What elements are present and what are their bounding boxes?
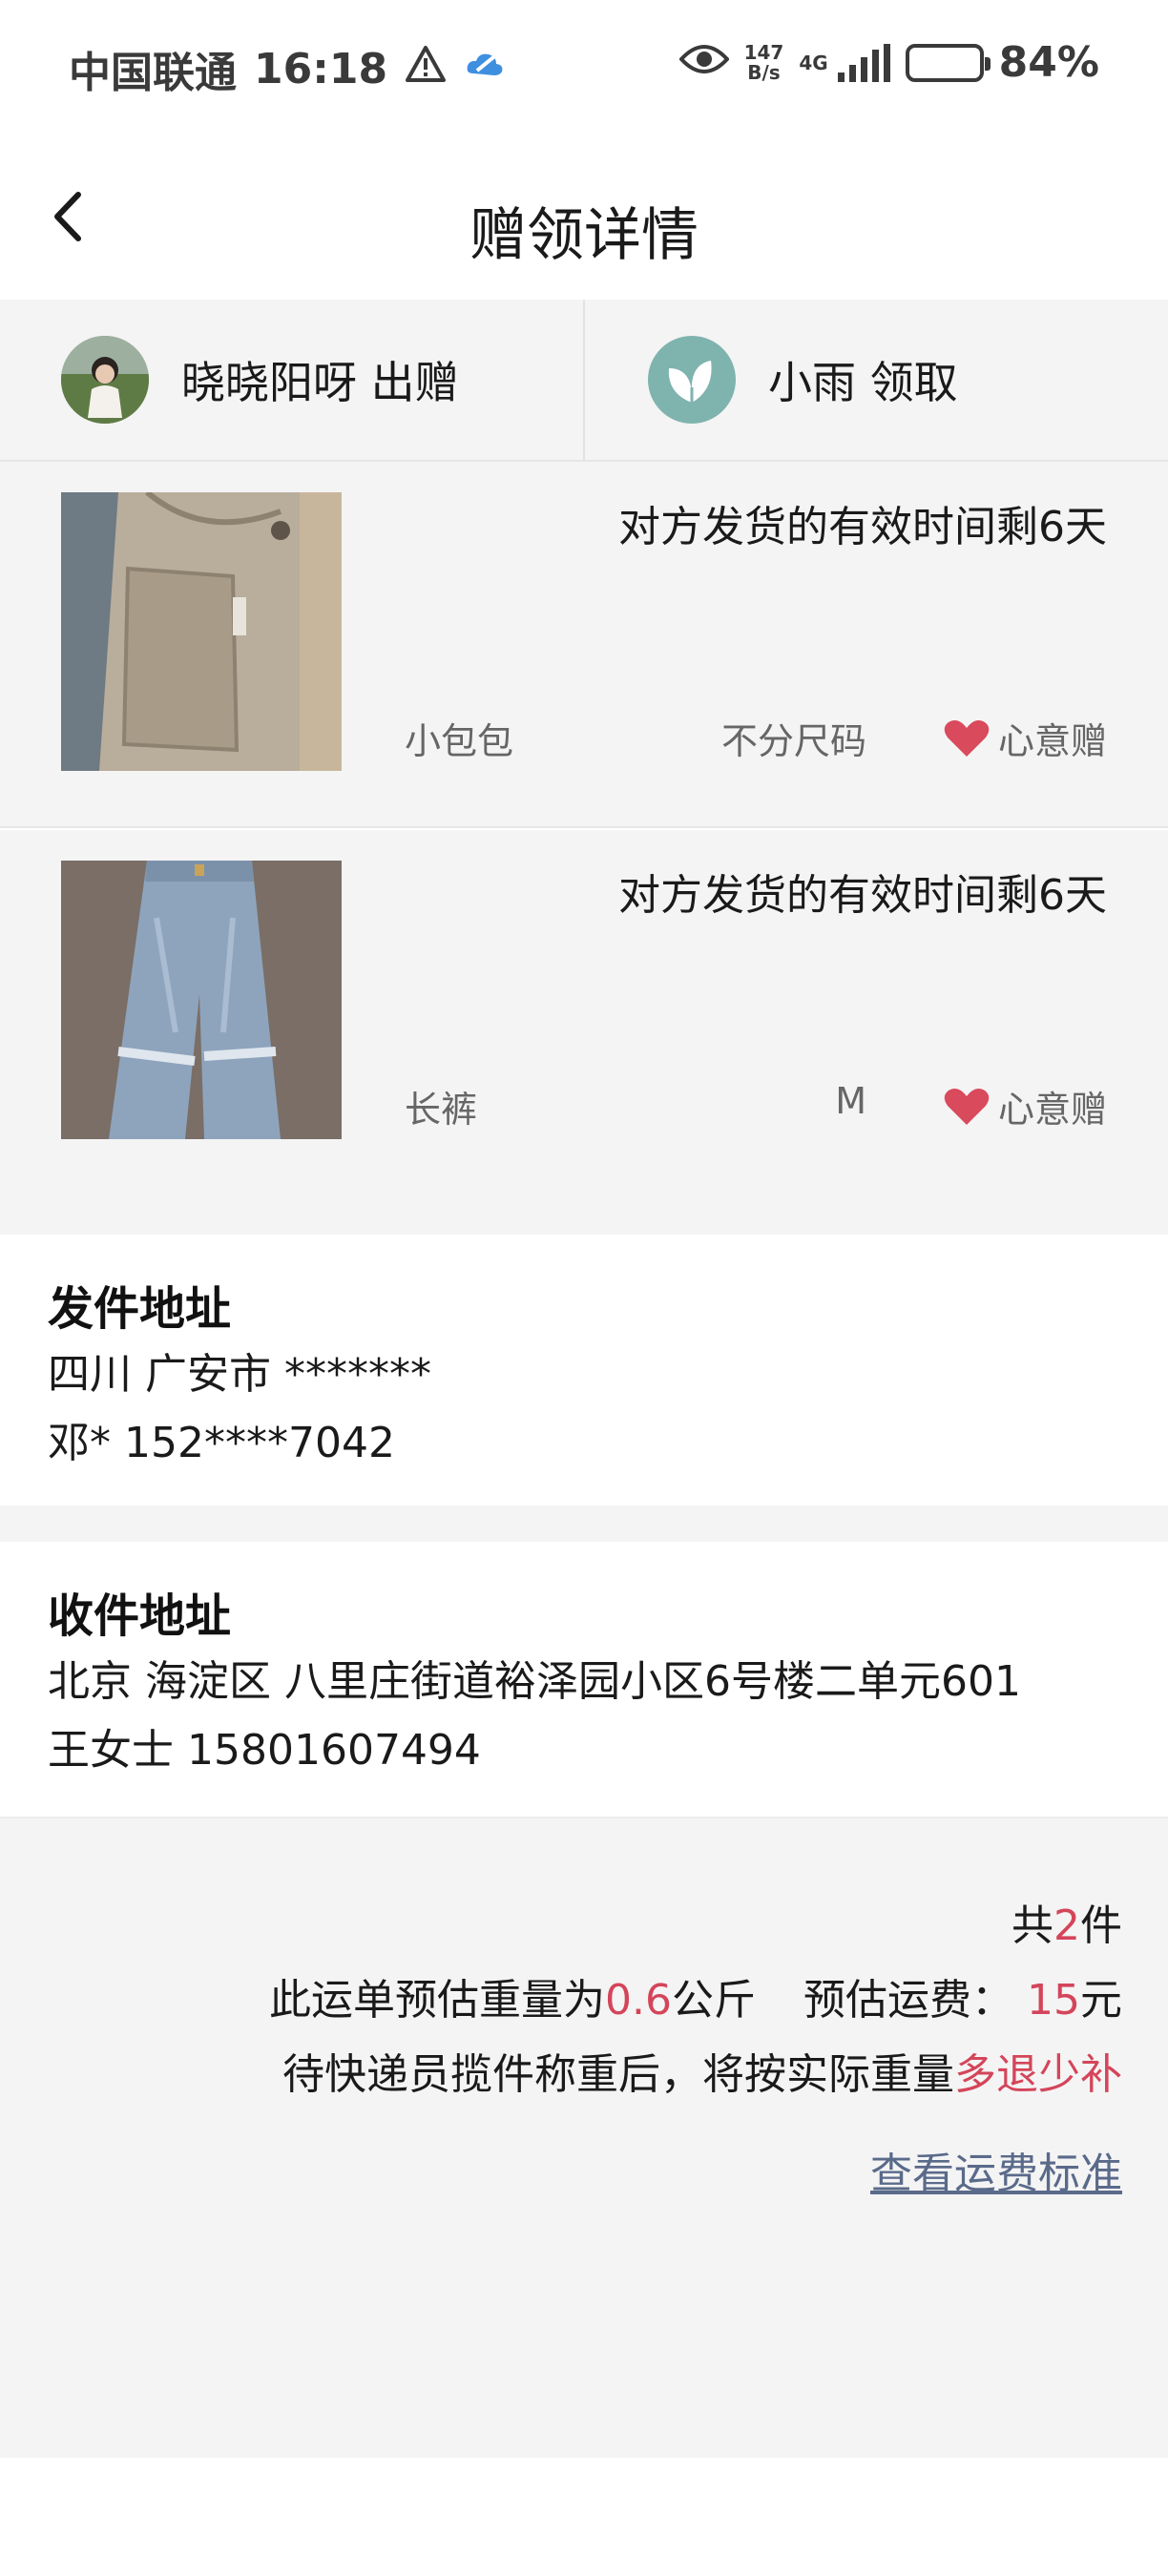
fee-prefix: 预估运费： — [803, 1976, 1013, 2025]
sender-address-heading: 发件地址 — [48, 1282, 232, 1336]
section-divider — [0, 1506, 1168, 1542]
net-speed: 147 B/s — [743, 40, 784, 84]
heart-icon — [944, 1088, 990, 1125]
bottom-area — [0, 2458, 1168, 2576]
receiver-address: 北京 海淀区 八里庄街道裕泽园小区6号楼二单元601 — [48, 1657, 1021, 1706]
item-name: 长裤 — [405, 1089, 478, 1131]
weight-note-text: 待快递员揽件称重后，将按实际重量 — [282, 2050, 954, 2099]
weight-prefix: 此运单预估重量为 — [269, 1976, 606, 2025]
receiver-contact: 王女士 15801607494 — [48, 1726, 481, 1775]
item-photo-bag[interactable] — [61, 492, 342, 771]
fee-value: 15 — [1027, 1976, 1080, 2025]
item-count-value: 2 — [1053, 1901, 1080, 1950]
ship-timer: 对方发货的有效时间剩6天 — [618, 871, 1107, 920]
weight-note: 待快递员揽件称重后，将按实际重量多退少补 — [282, 2040, 1122, 2101]
item-count-suffix: 件 — [1080, 1901, 1122, 1950]
battery-percent: 84% — [998, 38, 1099, 87]
item-size: 不分尺码 — [720, 720, 866, 762]
receiver-address-section: 收件地址 北京 海淀区 八里庄街道裕泽园小区6号楼二单元601 王女士 1580… — [0, 1542, 1168, 1818]
gift-type: 心意赠 — [943, 712, 1107, 764]
fee-standard-link[interactable]: 查看运费标准 — [870, 2139, 1122, 2200]
weight-fee-line: 此运单预估重量为0.6公斤 预估运费： 15元 — [269, 1965, 1122, 2026]
item-size: M — [835, 1080, 866, 1122]
page-title: 赠领详情 — [469, 202, 699, 269]
status-bar: 中国联通 16:18 147 B/s 4G 84% — [0, 0, 1168, 134]
giver-avatar[interactable] — [61, 336, 149, 424]
clock: 16:18 — [254, 44, 388, 93]
cloud-app-icon — [464, 45, 506, 93]
sender-address: 四川 广安市 ******* — [48, 1350, 431, 1399]
receiver-name: 小雨 领取 — [768, 357, 958, 408]
gift-item-card[interactable]: 对方发货的有效时间剩6天 小包包 不分尺码 心意赠 — [0, 462, 1168, 828]
net-speed-value: 147 — [743, 40, 784, 64]
weight-unit: 公斤 — [672, 1976, 756, 2025]
item-count: 共2件 — [1012, 1891, 1122, 1952]
gift-type-label: 心意赠 — [997, 720, 1107, 762]
battery-icon — [905, 43, 991, 82]
item-name: 小包包 — [405, 720, 514, 762]
giver-card[interactable]: 晓晓阳呀 出赠 — [0, 300, 583, 460]
carrier-label: 中国联通 — [69, 49, 237, 97]
warning-icon — [405, 45, 447, 93]
item-photo-jeans[interactable] — [61, 861, 342, 1139]
signal-icon — [837, 43, 890, 82]
section-divider — [0, 1196, 1168, 1235]
item-count-prefix: 共 — [1012, 1901, 1053, 1950]
weight-value: 0.6 — [605, 1976, 672, 2025]
sender-address-section: 发件地址 四川 广安市 ******* 邓* 152****7042 — [0, 1235, 1168, 1506]
giver-name: 晓晓阳呀 出赠 — [181, 357, 459, 408]
nav-bar: 赠领详情 — [0, 134, 1168, 300]
eye-icon — [678, 38, 730, 87]
heart-icon — [944, 719, 990, 757]
gift-item-card[interactable]: 对方发货的有效时间剩6天 长裤 M 心意赠 — [0, 830, 1168, 1196]
shipping-summary: 共2件 此运单预估重量为0.6公斤 预估运费： 15元 待快递员揽件称重后，将按实际… — [0, 1818, 1168, 2458]
parties-row: 晓晓阳呀 出赠 小雨 领取 — [0, 300, 1168, 462]
fee-unit: 元 — [1080, 1976, 1122, 2025]
gift-type: 心意赠 — [943, 1080, 1107, 1132]
receiver-address-heading: 收件地址 — [48, 1589, 232, 1643]
net-speed-unit: B/s — [747, 60, 781, 84]
receiver-card[interactable]: 小雨 领取 — [583, 300, 1168, 460]
gift-type-label: 心意赠 — [997, 1089, 1107, 1131]
sender-contact: 邓* 152****7042 — [48, 1419, 395, 1467]
network-type: 4G — [799, 51, 828, 74]
ship-timer: 对方发货的有效时间剩6天 — [618, 503, 1107, 551]
weight-note-highlight: 多退少补 — [954, 2050, 1122, 2099]
receiver-avatar[interactable] — [648, 336, 736, 424]
